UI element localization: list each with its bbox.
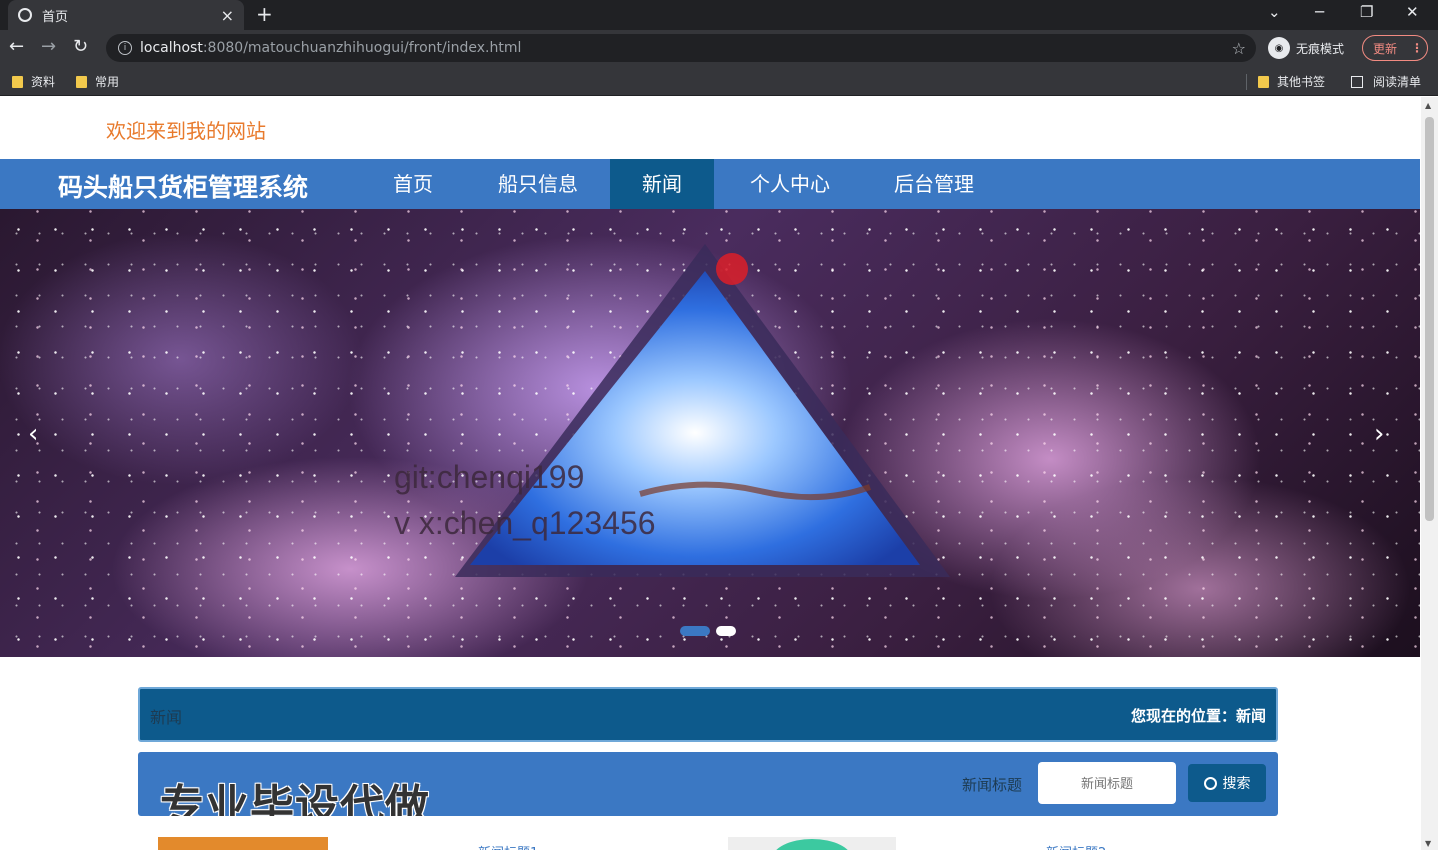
- bookmarks-bar: 资料 常用 其他书签 阅读清单: [0, 66, 1438, 96]
- search-bar: 专业毕设代做 新闻标题 搜索: [138, 752, 1278, 816]
- bookmark-label: 常用: [95, 75, 120, 89]
- reload-icon[interactable]: ↻: [73, 37, 88, 57]
- page-scrollbar[interactable]: ▲ ▼: [1421, 97, 1438, 850]
- info-icon[interactable]: i: [118, 41, 132, 55]
- tab-title: 首页: [42, 9, 69, 25]
- scroll-down-arrow[interactable]: ▼: [1425, 839, 1431, 848]
- new-tab-button[interactable]: +: [256, 2, 273, 26]
- search-icon: [1203, 776, 1217, 790]
- back-icon[interactable]: ←: [9, 37, 24, 57]
- incognito-icon: ◉: [1268, 37, 1290, 59]
- tab-search-icon[interactable]: ⌄: [1268, 3, 1281, 21]
- breadcrumb: 您现在的位置：新闻: [1130, 707, 1266, 725]
- url-path: :8080/matouchuanzhihuogui/front/index.ht…: [202, 40, 522, 56]
- carousel-dot-1[interactable]: [680, 626, 710, 636]
- reading-list-icon: [1351, 75, 1363, 88]
- main-navbar: 码头船只货柜管理系统 首页 船只信息 新闻 个人中心 后台管理: [0, 159, 1420, 209]
- reading-list-label: 阅读清单: [1373, 75, 1422, 89]
- news-title-1[interactable]: 新闻标题1: [478, 842, 538, 850]
- bookmark-folder-1[interactable]: 资料: [12, 73, 55, 90]
- minimize-icon[interactable]: ─: [1315, 3, 1324, 21]
- banner-watermark-git: git:chenqi199: [394, 459, 585, 495]
- search-input[interactable]: [1038, 762, 1176, 804]
- news-title-2[interactable]: 新闻标题2: [1046, 842, 1106, 850]
- browser-tab[interactable]: 首页 ×: [8, 0, 244, 30]
- page-viewport: 欢迎来到我的网站 码头船只货柜管理系统 首页 船只信息 新闻 个人中心 后台管理…: [0, 97, 1438, 850]
- update-label: 更新: [1373, 41, 1398, 56]
- close-window-icon[interactable]: ✕: [1406, 3, 1419, 21]
- section-title: 新闻: [150, 708, 183, 727]
- bookmarks-divider: [1246, 74, 1247, 90]
- folder-icon: [1258, 75, 1269, 88]
- cursor-highlight: [716, 253, 748, 285]
- url-host: localhost: [140, 40, 203, 56]
- address-bar[interactable]: i localhost:8080/matouchuanzhihuogui/fro…: [106, 34, 1256, 62]
- other-bookmarks[interactable]: 其他书签: [1258, 73, 1325, 90]
- bookmark-folder-2[interactable]: 常用: [76, 73, 119, 90]
- nav-item-news[interactable]: 新闻: [610, 159, 714, 209]
- scrollbar-thumb[interactable]: [1425, 117, 1434, 521]
- incognito-label: 无痕模式: [1296, 41, 1345, 56]
- watermark-stamp: 专业毕设代做: [160, 781, 430, 816]
- browser-toolbar: ← → ↻ i localhost:8080/matouchuanzhihuog…: [0, 30, 1438, 66]
- thumbnail-graphic: [772, 839, 852, 850]
- news-thumbnail-2[interactable]: [728, 837, 896, 850]
- other-bookmarks-label: 其他书签: [1277, 75, 1326, 89]
- welcome-text: 欢迎来到我的网站: [106, 119, 266, 143]
- folder-icon: [12, 75, 23, 88]
- news-thumbnail-1[interactable]: [158, 837, 328, 850]
- forward-icon[interactable]: →: [41, 37, 56, 57]
- nav-item-ships[interactable]: 船只信息: [484, 159, 592, 209]
- folder-icon: [76, 75, 87, 88]
- bookmark-label: 资料: [31, 75, 56, 89]
- search-button[interactable]: 搜索: [1188, 764, 1266, 802]
- search-button-label: 搜索: [1222, 776, 1251, 792]
- banner-watermark-contact: v x:chen_q123456: [394, 505, 656, 541]
- nav-item-profile[interactable]: 个人中心: [736, 159, 844, 209]
- breadcrumb-bar: 新闻 您现在的位置：新闻: [138, 687, 1278, 742]
- nav-item-admin[interactable]: 后台管理: [880, 159, 988, 209]
- site-title: 码头船只货柜管理系统: [58, 173, 309, 202]
- browser-tabbar: 首页 × + ⌄ ─ ❐ ✕: [0, 0, 1438, 30]
- bookmark-star-icon[interactable]: ☆: [1232, 39, 1246, 58]
- tab-close-icon[interactable]: ×: [221, 6, 234, 25]
- menu-dots-icon: ⋮: [1411, 41, 1424, 55]
- carousel-dot-2[interactable]: [716, 626, 736, 636]
- carousel-prev-arrow[interactable]: ‹: [28, 419, 38, 449]
- search-label: 新闻标题: [962, 776, 1023, 794]
- update-button[interactable]: 更新 ⋮: [1362, 35, 1428, 61]
- banner-triangle-graphic: [455, 244, 950, 577]
- carousel-next-arrow[interactable]: ›: [1374, 419, 1384, 449]
- carousel-banner[interactable]: git:chenqi199 v x:chen_q123456 ‹ ›: [0, 209, 1420, 657]
- reading-list[interactable]: 阅读清单: [1351, 73, 1421, 90]
- scroll-up-arrow[interactable]: ▲: [1425, 101, 1431, 110]
- restore-icon[interactable]: ❐: [1360, 3, 1373, 21]
- globe-icon: [18, 8, 32, 22]
- nav-item-home[interactable]: 首页: [372, 159, 454, 209]
- incognito-indicator[interactable]: ◉ 无痕模式: [1268, 37, 1344, 59]
